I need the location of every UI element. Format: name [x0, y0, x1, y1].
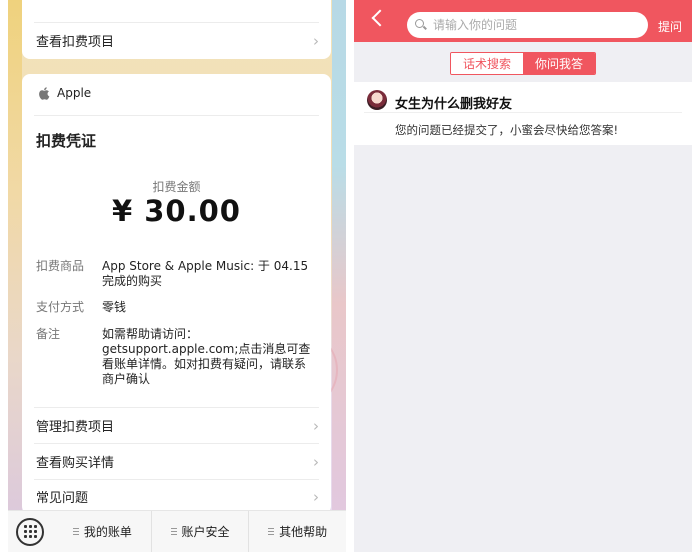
avatar [367, 90, 387, 110]
bottom-menu-bar: 我的账单 账户安全 其他帮助 [8, 510, 346, 552]
apple-logo-icon [39, 86, 50, 100]
receipt-title: 扣费凭证 [36, 132, 97, 150]
menu-my-bills[interactable]: 我的账单 [54, 511, 151, 552]
divider [364, 112, 682, 113]
search-box[interactable] [407, 12, 648, 38]
background-art-left [8, 0, 22, 552]
detail-value: 如需帮助请访问：getsupport.apple.com;点击消息可查看账单详情… [102, 327, 311, 386]
search-input[interactable] [433, 18, 633, 32]
payment-receipt-panel: 查看扣费项目 › Apple 扣费凭证 扣费金额 ¥ 30.00 扣费商品 Ap… [8, 0, 346, 552]
menu-account-security[interactable]: 账户安全 [150, 511, 249, 552]
manage-charge-items-link[interactable]: 管理扣费项目 › [36, 408, 319, 443]
tab-script-search[interactable]: 话术搜索 [451, 53, 523, 74]
view-charge-items-label: 查看扣费项目 [36, 35, 115, 50]
chevron-right-icon: › [313, 416, 319, 435]
menu-other-help[interactable]: 其他帮助 [248, 511, 346, 552]
link-label: 管理扣费项目 [36, 420, 115, 435]
menu-icon [268, 528, 275, 535]
menu-label: 其他帮助 [279, 525, 328, 539]
menu-icon [170, 528, 177, 535]
amount-value: ¥ 30.00 [111, 194, 241, 228]
ask-button[interactable]: 提问 [658, 18, 682, 35]
question-card[interactable]: 女生为什么删我好友 您的问题已经提交了，小蜜会尽快给您答案! [354, 82, 692, 145]
header-bar: 提问 [354, 0, 692, 42]
detail-value: 零钱 [102, 300, 127, 314]
divider [34, 115, 319, 116]
brand-row: Apple [38, 86, 91, 100]
background-art-right [332, 0, 346, 552]
menu-label: 我的账单 [83, 525, 132, 539]
view-purchase-details-link[interactable]: 查看购买详情 › [36, 444, 319, 479]
chevron-right-icon: › [313, 487, 319, 506]
amount-label: 扣费金额 [152, 180, 201, 194]
search-icon [415, 19, 427, 31]
chevron-right-icon: › [313, 31, 319, 50]
brand-name: Apple [57, 86, 92, 100]
view-charge-items-link[interactable]: 查看扣费项目 › [36, 23, 319, 58]
link-label: 常见问题 [36, 491, 89, 506]
segment-control: 话术搜索 你问我答 [450, 52, 596, 75]
link-label: 查看购买详情 [36, 456, 115, 471]
chevron-left-icon[interactable] [371, 9, 389, 27]
detail-key: 备注 [36, 327, 61, 341]
tab-qa[interactable]: 你问我答 [523, 53, 595, 74]
question-status: 您的问题已经提交了，小蜜会尽快给您答案! [395, 123, 619, 137]
keyboard-icon[interactable] [16, 517, 44, 546]
top-card: 查看扣费项目 › [22, 0, 331, 59]
chevron-right-icon: › [313, 452, 319, 471]
menu-label: 账户安全 [181, 525, 230, 539]
detail-key: 支付方式 [36, 300, 85, 314]
detail-key: 扣费商品 [36, 259, 85, 273]
qa-panel: 提问 话术搜索 你问我答 女生为什么删我好友 您的问题已经提交了，小蜜会尽快给您… [354, 0, 692, 552]
menu-icon [72, 528, 79, 535]
receipt-card: Apple 扣费凭证 扣费金额 ¥ 30.00 扣费商品 App Store &… [22, 74, 331, 514]
question-title: 女生为什么删我好友 [395, 97, 513, 112]
faq-link[interactable]: 常见问题 › [36, 479, 319, 514]
detail-value: App Store & Apple Music: 于 04.15完成的购买 [102, 259, 309, 288]
